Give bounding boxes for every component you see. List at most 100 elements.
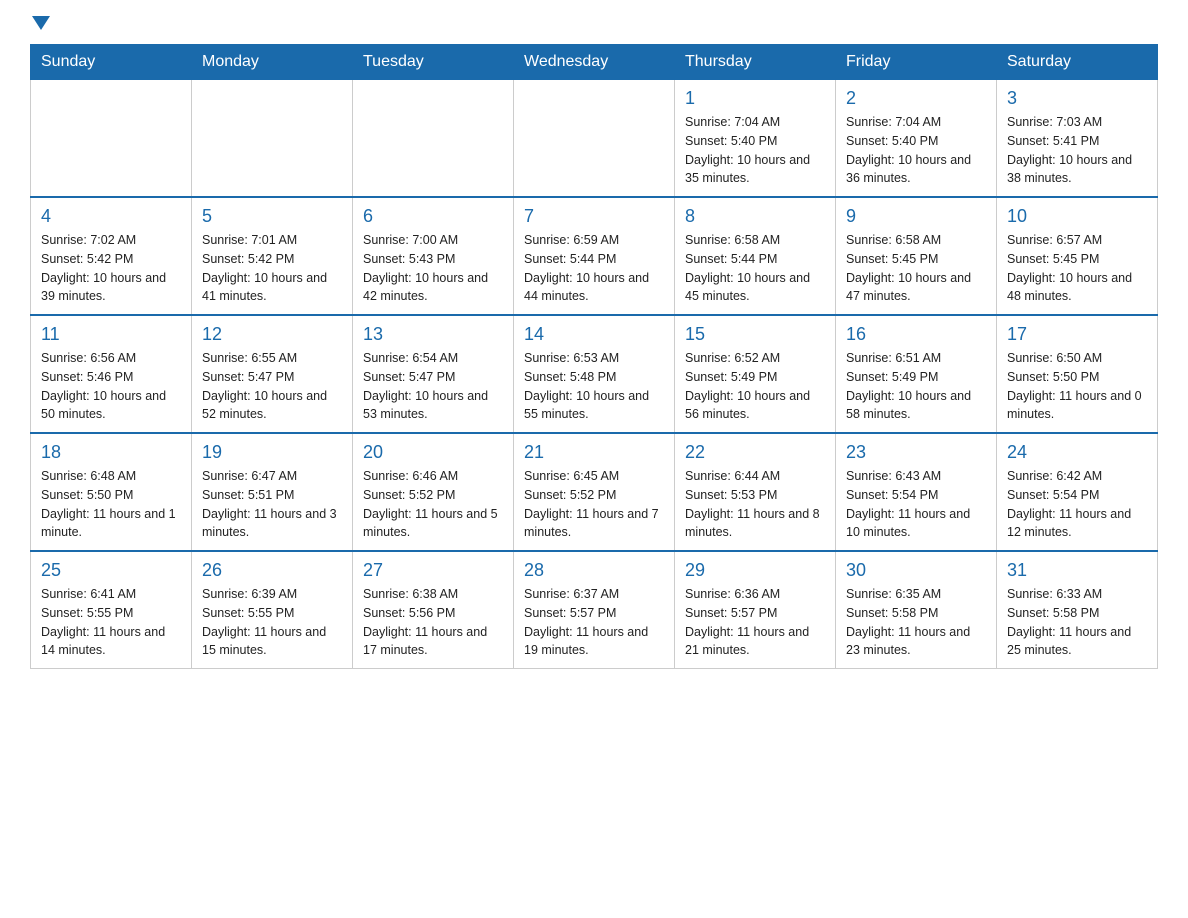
day-info: Sunrise: 7:04 AMSunset: 5:40 PMDaylight:… — [846, 113, 986, 188]
calendar-cell — [514, 80, 675, 198]
calendar-week-row: 4Sunrise: 7:02 AMSunset: 5:42 PMDaylight… — [31, 197, 1158, 315]
day-number: 7 — [524, 206, 664, 227]
day-number: 6 — [363, 206, 503, 227]
calendar-week-row: 1 Sunrise: 7:04 AMSunset: 5:40 PMDaylight… — [31, 80, 1158, 198]
day-number: 26 — [202, 560, 342, 581]
calendar-cell: 8 Sunrise: 6:58 AMSunset: 5:44 PMDaylight… — [675, 197, 836, 315]
day-info: Sunrise: 6:41 AMSunset: 5:55 PMDaylight:… — [41, 585, 181, 660]
day-number: 9 — [846, 206, 986, 227]
calendar-cell — [192, 80, 353, 198]
day-number: 13 — [363, 324, 503, 345]
day-info: Sunrise: 6:43 AMSunset: 5:54 PMDaylight:… — [846, 467, 986, 542]
day-info: Sunrise: 7:01 AMSunset: 5:42 PMDaylight:… — [202, 231, 342, 306]
calendar-cell: 1 Sunrise: 7:04 AMSunset: 5:40 PMDaylight… — [675, 80, 836, 198]
day-number: 12 — [202, 324, 342, 345]
day-info: Sunrise: 6:58 AMSunset: 5:44 PMDaylight:… — [685, 231, 825, 306]
day-info: Sunrise: 6:42 AMSunset: 5:54 PMDaylight:… — [1007, 467, 1147, 542]
calendar-cell: 25 Sunrise: 6:41 AMSunset: 5:55 PMDayligh… — [31, 551, 192, 669]
day-info: Sunrise: 7:02 AMSunset: 5:42 PMDaylight:… — [41, 231, 181, 306]
logo — [30, 20, 50, 34]
day-number: 10 — [1007, 206, 1147, 227]
calendar-cell: 24 Sunrise: 6:42 AMSunset: 5:54 PMDayligh… — [997, 433, 1158, 551]
calendar-cell: 11Sunrise: 6:56 AMSunset: 5:46 PMDayligh… — [31, 315, 192, 433]
calendar-cell: 13Sunrise: 6:54 AMSunset: 5:47 PMDayligh… — [353, 315, 514, 433]
calendar-cell: 9 Sunrise: 6:58 AMSunset: 5:45 PMDaylight… — [836, 197, 997, 315]
day-number: 1 — [685, 88, 825, 109]
day-info: Sunrise: 7:00 AMSunset: 5:43 PMDaylight:… — [363, 231, 503, 306]
day-number: 25 — [41, 560, 181, 581]
page-header — [30, 20, 1158, 34]
calendar-week-row: 25 Sunrise: 6:41 AMSunset: 5:55 PMDayligh… — [31, 551, 1158, 669]
calendar-table: SundayMondayTuesdayWednesdayThursdayFrid… — [30, 44, 1158, 669]
day-number: 24 — [1007, 442, 1147, 463]
day-info: Sunrise: 6:39 AMSunset: 5:55 PMDaylight:… — [202, 585, 342, 660]
day-number: 18 — [41, 442, 181, 463]
day-number: 27 — [363, 560, 503, 581]
day-info: Sunrise: 6:53 AMSunset: 5:48 PMDaylight:… — [524, 349, 664, 424]
day-number: 20 — [363, 442, 503, 463]
calendar-cell: 22 Sunrise: 6:44 AMSunset: 5:53 PMDayligh… — [675, 433, 836, 551]
calendar-cell — [353, 80, 514, 198]
weekday-header-saturday: Saturday — [997, 45, 1158, 80]
day-info: Sunrise: 6:46 AMSunset: 5:52 PMDaylight:… — [363, 467, 503, 542]
weekday-header-sunday: Sunday — [31, 45, 192, 80]
day-info: Sunrise: 6:48 AMSunset: 5:50 PMDaylight:… — [41, 467, 181, 542]
day-number: 23 — [846, 442, 986, 463]
weekday-header-monday: Monday — [192, 45, 353, 80]
day-info: Sunrise: 6:59 AMSunset: 5:44 PMDaylight:… — [524, 231, 664, 306]
day-info: Sunrise: 6:51 AMSunset: 5:49 PMDaylight:… — [846, 349, 986, 424]
day-info: Sunrise: 6:50 AMSunset: 5:50 PMDaylight:… — [1007, 349, 1147, 424]
weekday-header-friday: Friday — [836, 45, 997, 80]
day-number: 28 — [524, 560, 664, 581]
day-number: 22 — [685, 442, 825, 463]
calendar-cell: 10Sunrise: 6:57 AMSunset: 5:45 PMDayligh… — [997, 197, 1158, 315]
calendar-cell: 6 Sunrise: 7:00 AMSunset: 5:43 PMDaylight… — [353, 197, 514, 315]
calendar-cell — [31, 80, 192, 198]
calendar-cell: 20 Sunrise: 6:46 AMSunset: 5:52 PMDayligh… — [353, 433, 514, 551]
day-info: Sunrise: 6:47 AMSunset: 5:51 PMDaylight:… — [202, 467, 342, 542]
day-number: 14 — [524, 324, 664, 345]
day-info: Sunrise: 6:44 AMSunset: 5:53 PMDaylight:… — [685, 467, 825, 542]
calendar-week-row: 11Sunrise: 6:56 AMSunset: 5:46 PMDayligh… — [31, 315, 1158, 433]
calendar-cell: 23 Sunrise: 6:43 AMSunset: 5:54 PMDayligh… — [836, 433, 997, 551]
calendar-cell: 5 Sunrise: 7:01 AMSunset: 5:42 PMDaylight… — [192, 197, 353, 315]
day-number: 8 — [685, 206, 825, 227]
day-info: Sunrise: 6:58 AMSunset: 5:45 PMDaylight:… — [846, 231, 986, 306]
weekday-header-wednesday: Wednesday — [514, 45, 675, 80]
calendar-cell: 4Sunrise: 7:02 AMSunset: 5:42 PMDaylight… — [31, 197, 192, 315]
calendar-cell: 28 Sunrise: 6:37 AMSunset: 5:57 PMDayligh… — [514, 551, 675, 669]
calendar-cell: 7 Sunrise: 6:59 AMSunset: 5:44 PMDaylight… — [514, 197, 675, 315]
day-info: Sunrise: 6:33 AMSunset: 5:58 PMDaylight:… — [1007, 585, 1147, 660]
day-info: Sunrise: 6:52 AMSunset: 5:49 PMDaylight:… — [685, 349, 825, 424]
calendar-cell: 14 Sunrise: 6:53 AMSunset: 5:48 PMDayligh… — [514, 315, 675, 433]
day-info: Sunrise: 6:55 AMSunset: 5:47 PMDaylight:… — [202, 349, 342, 424]
calendar-cell: 26 Sunrise: 6:39 AMSunset: 5:55 PMDayligh… — [192, 551, 353, 669]
day-number: 5 — [202, 206, 342, 227]
calendar-cell: 29 Sunrise: 6:36 AMSunset: 5:57 PMDayligh… — [675, 551, 836, 669]
weekday-header-thursday: Thursday — [675, 45, 836, 80]
day-number: 29 — [685, 560, 825, 581]
calendar-cell: 16Sunrise: 6:51 AMSunset: 5:49 PMDayligh… — [836, 315, 997, 433]
calendar-cell: 3Sunrise: 7:03 AMSunset: 5:41 PMDaylight… — [997, 80, 1158, 198]
day-info: Sunrise: 6:38 AMSunset: 5:56 PMDaylight:… — [363, 585, 503, 660]
day-info: Sunrise: 6:37 AMSunset: 5:57 PMDaylight:… — [524, 585, 664, 660]
calendar-cell: 15Sunrise: 6:52 AMSunset: 5:49 PMDayligh… — [675, 315, 836, 433]
day-number: 31 — [1007, 560, 1147, 581]
logo-triangle-icon — [32, 16, 50, 30]
day-number: 19 — [202, 442, 342, 463]
day-info: Sunrise: 6:36 AMSunset: 5:57 PMDaylight:… — [685, 585, 825, 660]
weekday-header-tuesday: Tuesday — [353, 45, 514, 80]
calendar-cell: 2Sunrise: 7:04 AMSunset: 5:40 PMDaylight… — [836, 80, 997, 198]
day-number: 30 — [846, 560, 986, 581]
calendar-header-row: SundayMondayTuesdayWednesdayThursdayFrid… — [31, 45, 1158, 80]
day-info: Sunrise: 6:35 AMSunset: 5:58 PMDaylight:… — [846, 585, 986, 660]
day-number: 3 — [1007, 88, 1147, 109]
calendar-week-row: 18 Sunrise: 6:48 AMSunset: 5:50 PMDayligh… — [31, 433, 1158, 551]
day-info: Sunrise: 7:04 AMSunset: 5:40 PMDaylight:… — [685, 113, 825, 188]
day-info: Sunrise: 6:56 AMSunset: 5:46 PMDaylight:… — [41, 349, 181, 424]
calendar-cell: 21Sunrise: 6:45 AMSunset: 5:52 PMDayligh… — [514, 433, 675, 551]
day-number: 17 — [1007, 324, 1147, 345]
calendar-cell: 19 Sunrise: 6:47 AMSunset: 5:51 PMDayligh… — [192, 433, 353, 551]
calendar-cell: 12 Sunrise: 6:55 AMSunset: 5:47 PMDayligh… — [192, 315, 353, 433]
calendar-cell: 18 Sunrise: 6:48 AMSunset: 5:50 PMDayligh… — [31, 433, 192, 551]
